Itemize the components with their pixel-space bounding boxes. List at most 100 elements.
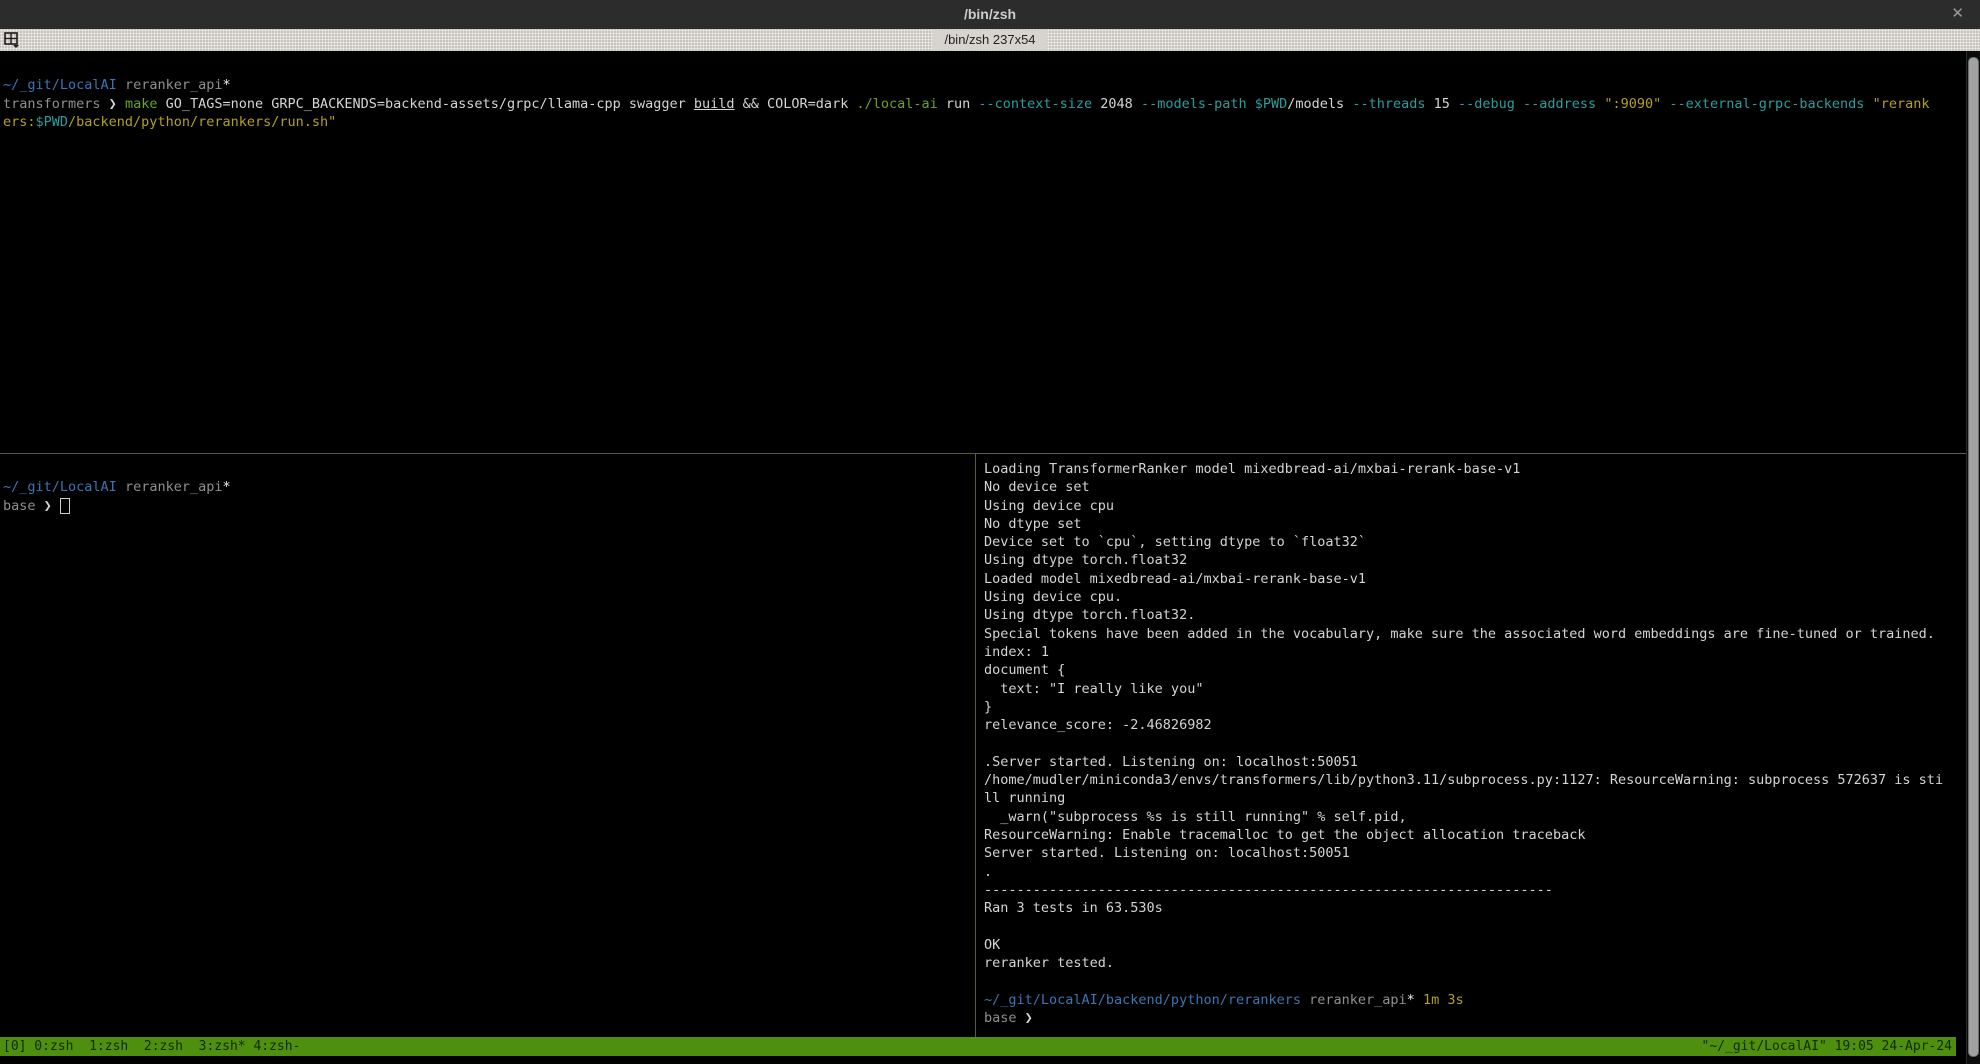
terminal-line: /home/mudler/miniconda3/envs/transformer… — [984, 771, 1960, 789]
terminal-line: Using device cpu. — [984, 588, 1960, 606]
terminal-line: No device set — [984, 478, 1960, 496]
terminal-text: && COLOR=dark — [735, 96, 857, 112]
terminal-text: Ran 3 tests in 63.530s — [984, 900, 1163, 916]
window-title: /bin/zsh — [0, 6, 1980, 22]
terminal-line: .Server started. Listening on: localhost… — [984, 753, 1960, 771]
terminal-text: } — [984, 699, 992, 715]
window-grid-icon — [4, 32, 22, 48]
tmux-status-bar: [0] 0:zsh 1:zsh 2:zsh 3:zsh* 4:zsh- "~/_… — [0, 1037, 1956, 1056]
terminal-text: 15 — [1425, 96, 1458, 112]
terminal-text: Using dtype torch.float32. — [984, 607, 1195, 623]
terminal-line: base ❯ — [3, 497, 969, 515]
pane-border-horizontal — [976, 453, 1980, 454]
terminal-line: No dtype set — [984, 515, 1960, 533]
terminal-text: * — [1407, 992, 1415, 1008]
terminal-line: reranker tested. — [984, 954, 1960, 972]
tab-label: /bin/zsh 237x54 — [944, 32, 1035, 47]
terminal-text: reranker_api — [1309, 992, 1407, 1008]
terminal-text: /backend/python/rerankers/run.sh" — [68, 114, 336, 130]
terminal-text: $PWD — [36, 114, 69, 130]
terminal-tab[interactable]: /bin/zsh 237x54 — [932, 30, 1047, 50]
terminal-text: ~/_git/LocalAI — [3, 479, 117, 495]
scrollbar-thumb[interactable] — [1968, 57, 1979, 1057]
tab-bar: /bin/zsh 237x54 — [0, 29, 1980, 51]
terminal-cursor — [60, 498, 70, 514]
terminal-line: ~/_git/LocalAI reranker_api* — [3, 478, 969, 496]
terminal-line: transformers ❯ make GO_TAGS=none GRPC_BA… — [3, 95, 1961, 113]
terminal-text: Device set to `cpu`, setting dtype to `f… — [984, 534, 1366, 550]
pane-border-horizontal-active — [0, 453, 975, 454]
terminal-pane-bottom-right[interactable]: Loading TransformerRanker model mixedbre… — [984, 460, 1960, 1027]
terminal-text: 2048 — [1092, 96, 1141, 112]
window-titlebar: /bin/zsh ✕ — [0, 0, 1980, 29]
terminal-text: 1m 3s — [1423, 992, 1464, 1008]
terminal-text: reranker tested. — [984, 955, 1114, 971]
terminal-text: make — [125, 96, 158, 112]
terminal-text: /models — [1287, 96, 1352, 112]
terminal-text: "rerank — [1873, 96, 1930, 112]
terminal-text: Server started. Listening on: localhost:… — [984, 845, 1350, 861]
terminal-text: --context-size — [978, 96, 1092, 112]
terminal-line: base ❯ — [984, 1009, 1960, 1027]
terminal-text: build — [694, 96, 735, 112]
terminal-line: . — [984, 863, 1960, 881]
pane-border-vertical — [975, 453, 976, 1037]
terminal-text: _warn("subprocess %s is still running" %… — [984, 809, 1407, 825]
terminal-text: Using dtype torch.float32 — [984, 552, 1187, 568]
terminal-text: reranker_api — [125, 77, 223, 93]
terminal-text: ~/_git/LocalAI/backend/python/rerankers — [984, 992, 1301, 1008]
terminal-line: ----------------------------------------… — [984, 881, 1960, 899]
terminal-line: text: "I really like you" — [984, 680, 1960, 698]
terminal-line: ResourceWarning: Enable tracemalloc to g… — [984, 826, 1960, 844]
terminal-text — [1515, 96, 1523, 112]
terminal-line: ers:$PWD/backend/python/rerankers/run.sh… — [3, 113, 1961, 131]
terminal-text: run — [938, 96, 979, 112]
terminal-text: index: 1 — [984, 644, 1049, 660]
terminal-text: OK — [984, 937, 1000, 953]
terminal-text: /home/mudler/miniconda3/envs/transformer… — [984, 772, 1943, 788]
terminal-line: Loaded model mixedbread-ai/mxbai-rerank-… — [984, 570, 1960, 588]
terminal-text: transformers — [3, 96, 101, 112]
terminal-text: Special tokens have been added in the vo… — [984, 626, 1935, 642]
close-button[interactable]: ✕ — [1951, 4, 1964, 22]
terminal-text: Loaded model mixedbread-ai/mxbai-rerank-… — [984, 571, 1366, 587]
terminal-text: --debug — [1458, 96, 1515, 112]
terminal-text: --models-path — [1141, 96, 1247, 112]
terminal-text: ----------------------------------------… — [984, 882, 1553, 898]
terminal-pane-bottom-left[interactable]: ~/_git/LocalAI reranker_api*base ❯ — [3, 460, 969, 515]
scrollbar-track[interactable] — [1966, 51, 1980, 1064]
terminal-text: Using device cpu. — [984, 589, 1122, 605]
terminal-text: base — [3, 498, 36, 514]
terminal-line — [984, 917, 1960, 935]
terminal-line: index: 1 — [984, 643, 1960, 661]
terminal-text — [117, 479, 125, 495]
status-session-window-list[interactable]: [0] 0:zsh 1:zsh 2:zsh 3:zsh* 4:zsh- — [3, 1037, 300, 1056]
terminal-text: --external-grpc-backends — [1669, 96, 1864, 112]
terminal-text: . — [984, 864, 992, 880]
terminal-line: Ran 3 tests in 63.530s — [984, 899, 1960, 917]
terminal-text: text: "I really like you" — [984, 681, 1203, 697]
terminal-text: Using device cpu — [984, 498, 1114, 514]
terminal-line — [3, 460, 969, 478]
terminal-pane-top[interactable]: ~/_git/LocalAI reranker_api*transformers… — [3, 58, 1961, 131]
terminal-line: relevance_score: -2.46826982 — [984, 716, 1960, 734]
terminal-text: ResourceWarning: Enable tracemalloc to g… — [984, 827, 1585, 843]
terminal-line: Using dtype torch.float32. — [984, 606, 1960, 624]
terminal-text: relevance_score: -2.46826982 — [984, 717, 1212, 733]
terminal-line — [3, 58, 1961, 76]
terminal-text: Loading TransformerRanker model mixedbre… — [984, 461, 1520, 477]
tab-menu-button[interactable] — [4, 32, 22, 48]
terminal-text — [117, 77, 125, 93]
terminal-text: --address — [1523, 96, 1596, 112]
terminal-text: ers: — [3, 114, 36, 130]
terminal-line: } — [984, 698, 1960, 716]
terminal-text: No device set — [984, 479, 1090, 495]
terminal-text — [1864, 96, 1872, 112]
terminal-text: GO_TAGS=none GRPC_BACKENDS=backend-asset… — [157, 96, 693, 112]
status-right-path-clock: "~/_git/LocalAI" 19:05 24-Apr-24 — [1702, 1037, 1952, 1056]
terminal-text: --threads — [1352, 96, 1425, 112]
terminal-line: ~/_git/LocalAI/backend/python/rerankers … — [984, 991, 1960, 1009]
terminal-text: $PWD — [1255, 96, 1288, 112]
terminal-text: ❯ — [1017, 1010, 1033, 1026]
terminal-line: ll running — [984, 789, 1960, 807]
